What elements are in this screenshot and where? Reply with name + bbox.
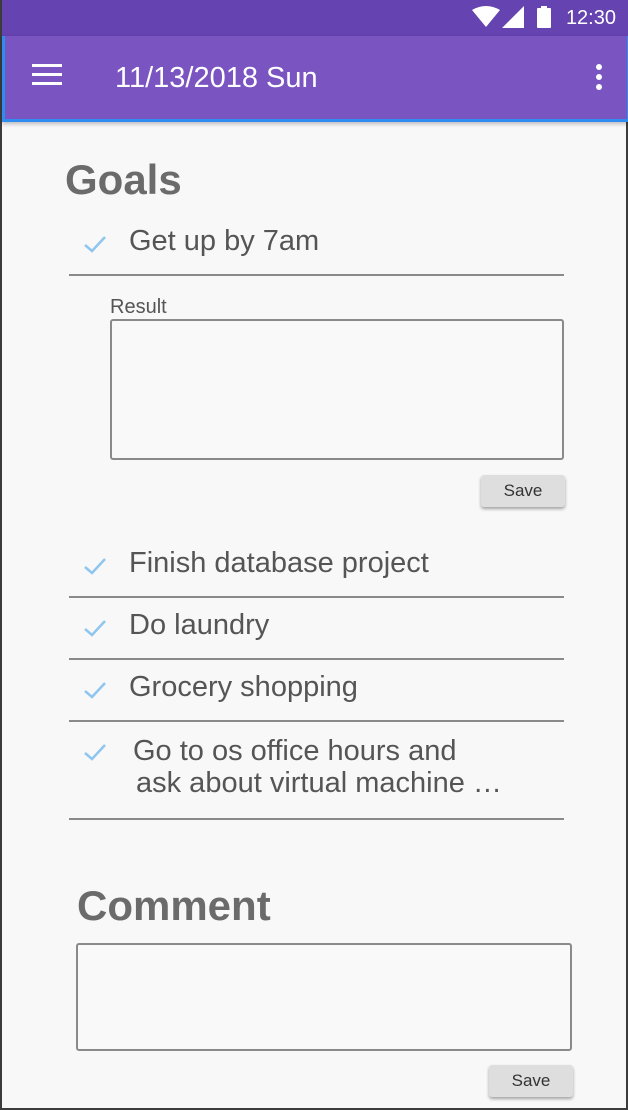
status-bar: 12:30 xyxy=(2,0,628,36)
menu-icon[interactable] xyxy=(32,64,66,92)
goal-item[interactable]: Do laundry xyxy=(69,598,564,660)
battery-icon xyxy=(537,6,551,28)
comment-textarea[interactable] xyxy=(76,943,572,1051)
goal-label-line2: ask about virtual machine … xyxy=(136,767,502,799)
goal-label: Finish database project xyxy=(129,547,429,579)
app-bar: 11/13/2018 Sun xyxy=(2,36,628,122)
goal-label: Do laundry xyxy=(129,609,270,641)
signal-icon xyxy=(502,6,524,28)
goal-item[interactable]: Go to os office hours and ask about virt… xyxy=(69,722,564,820)
status-time: 12:30 xyxy=(565,7,616,29)
goal-label-line1: Go to os office hours and xyxy=(133,735,457,767)
goal-item[interactable]: Grocery shopping xyxy=(69,660,564,722)
check-icon xyxy=(84,620,106,637)
goal-label: Get up by 7am xyxy=(129,225,320,257)
comment-save-button[interactable]: Save xyxy=(489,1065,573,1097)
comment-title: Comment xyxy=(77,882,271,929)
check-icon xyxy=(84,236,106,253)
result-textarea[interactable] xyxy=(110,319,564,460)
check-icon xyxy=(84,558,106,575)
goal-item[interactable]: Get up by 7am xyxy=(69,214,564,276)
screen: 12:30 11/13/2018 Sun Goals Get up by 7am… xyxy=(0,0,628,1110)
more-vert-icon[interactable] xyxy=(591,64,607,94)
app-bar-title: 11/13/2018 Sun xyxy=(115,62,318,94)
result-label: Result xyxy=(110,296,167,318)
goal-label: Grocery shopping xyxy=(129,671,358,703)
check-icon xyxy=(84,744,106,761)
goal-item[interactable]: Finish database project xyxy=(69,536,564,598)
goals-title: Goals xyxy=(65,156,182,203)
result-save-button[interactable]: Save xyxy=(481,475,565,507)
check-icon xyxy=(84,682,106,699)
wifi-icon xyxy=(472,6,500,27)
